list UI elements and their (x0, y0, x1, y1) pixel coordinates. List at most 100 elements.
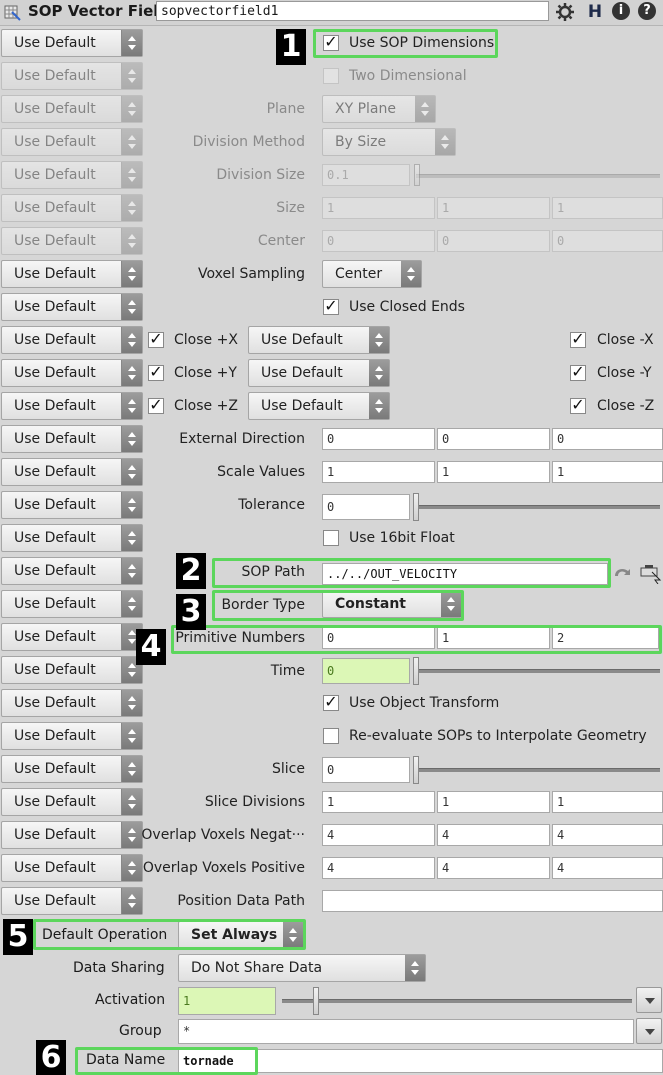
tolerance-slider-thumb[interactable] (413, 493, 419, 521)
center-y-field[interactable]: 0 (437, 230, 550, 252)
use-default-menu[interactable]: Use Default (1, 392, 143, 420)
activation-slider-track[interactable] (282, 999, 632, 1003)
overlap-neg-z-field[interactable]: 4 (552, 824, 663, 846)
overlap-neg-x-field[interactable]: 4 (322, 824, 435, 846)
use-default-menu[interactable]: Use Default (1, 755, 143, 783)
scale-values-z-field[interactable]: 1 (552, 461, 663, 483)
activation-field[interactable]: 1 (178, 987, 276, 1015)
close-pos-y-checkbox[interactable]: ✓ (148, 364, 164, 381)
use-default-menu[interactable]: Use Default (1, 161, 143, 189)
division-method-menu[interactable]: By Size (322, 128, 456, 156)
use-default-menu[interactable]: Use Default (1, 854, 143, 882)
use-default-menu[interactable]: Use Default (1, 887, 143, 915)
data-sharing-label: Data Sharing (73, 960, 165, 976)
close-pos-x-menu[interactable]: Use Default (248, 326, 390, 354)
close-pos-z-checkbox[interactable]: ✓ (148, 397, 164, 414)
center-z-field[interactable]: 0 (552, 230, 663, 252)
use-default-menu[interactable]: Use Default (1, 788, 143, 816)
slice-divisions-x-field[interactable]: 1 (322, 791, 435, 813)
external-direction-x-field[interactable]: 0 (322, 428, 435, 450)
time-slider-track[interactable] (416, 669, 660, 673)
overlap-pos-y-field[interactable]: 4 (437, 857, 550, 879)
use-default-menu[interactable]: Use Default (1, 359, 143, 387)
plane-menu[interactable]: XY Plane (322, 95, 436, 123)
slice-divisions-z-field[interactable]: 1 (552, 791, 663, 813)
scale-values-x-field[interactable]: 1 (322, 461, 435, 483)
group-field[interactable]: * (178, 1019, 634, 1044)
close-pos-x-checkbox[interactable]: ✓ (148, 331, 164, 348)
size-z-field[interactable]: 1 (552, 197, 663, 219)
use-default-menu[interactable]: Use Default (1, 656, 143, 684)
use-default-menu[interactable]: Use Default (1, 722, 143, 750)
division-size-slider-track[interactable] (416, 174, 660, 178)
jump-to-node-icon[interactable] (611, 562, 633, 584)
activation-label: Activation (95, 992, 166, 1008)
external-direction-y-field[interactable]: 0 (437, 428, 550, 450)
time-slider-thumb[interactable] (413, 657, 419, 685)
use-default-menu[interactable]: Use Default (1, 458, 143, 486)
use-default-menu[interactable]: Use Default (1, 95, 143, 123)
external-direction-label: External Direction (179, 431, 305, 447)
slice-slider-thumb[interactable] (413, 756, 419, 784)
group-menu-button[interactable] (636, 1018, 662, 1044)
close-neg-z-checkbox[interactable]: ✓ (570, 397, 586, 414)
node-chooser-icon[interactable] (638, 562, 662, 584)
voxel-sampling-menu[interactable]: Center (322, 260, 422, 288)
division-size-field[interactable]: 0.1 (322, 164, 410, 186)
close-pos-z-menu[interactable]: Use Default (248, 392, 390, 420)
use-default-menu[interactable]: Use Default (1, 62, 143, 90)
use-default-menu[interactable]: Use Default (1, 524, 143, 552)
activation-menu-button[interactable] (636, 987, 662, 1013)
activation-slider-thumb[interactable] (313, 987, 319, 1015)
annotation-number-1: 1 (276, 29, 306, 65)
gear-icon[interactable] (555, 2, 575, 22)
slice-field[interactable]: 0 (322, 757, 410, 783)
close-neg-x-checkbox[interactable]: ✓ (570, 331, 586, 348)
scale-values-y-field[interactable]: 1 (437, 461, 550, 483)
size-y-field[interactable]: 1 (437, 197, 550, 219)
info-icon[interactable]: i (612, 2, 630, 20)
voxel-sampling-label: Voxel Sampling (198, 266, 305, 282)
node-name-field[interactable]: sopvectorfield1 (156, 1, 549, 21)
overlap-pos-z-field[interactable]: 4 (552, 857, 663, 879)
close-pos-y-menu[interactable]: Use Default (248, 359, 390, 387)
use-default-menu[interactable]: Use Default (1, 194, 143, 222)
use-default-menu[interactable]: Use Default (1, 425, 143, 453)
use-default-menu[interactable]: Use Default (1, 326, 143, 354)
center-x-field[interactable]: 0 (322, 230, 435, 252)
use-16bit-float-checkbox[interactable] (323, 530, 339, 546)
use-default-menu[interactable]: Use Default (1, 293, 143, 321)
use-default-menu[interactable]: Use Default (1, 491, 143, 519)
use-default-menu[interactable]: Use Default (1, 260, 143, 288)
highlight-box-1 (313, 29, 498, 58)
use-default-menu[interactable]: Use Default (1, 821, 143, 849)
external-direction-z-field[interactable]: 0 (552, 428, 663, 450)
close-neg-y-checkbox[interactable]: ✓ (570, 364, 586, 381)
use-closed-ends-checkbox[interactable]: ✓ (323, 298, 339, 315)
use-default-menu[interactable]: Use Default (1, 29, 143, 57)
use-default-menu[interactable]: Use Default (1, 590, 143, 618)
use-object-transform-label: Use Object Transform (349, 695, 500, 711)
reevaluate-checkbox[interactable] (323, 728, 339, 744)
slice-divisions-y-field[interactable]: 1 (437, 791, 550, 813)
tolerance-field[interactable]: 0 (322, 494, 410, 520)
tolerance-slider-track[interactable] (416, 505, 660, 509)
use-default-menu[interactable]: Use Default (1, 557, 143, 585)
houdini-help-icon[interactable]: H (585, 2, 605, 22)
data-sharing-menu[interactable]: Do Not Share Data (178, 954, 426, 982)
help-icon[interactable]: ? (638, 2, 656, 20)
use-object-transform-checkbox[interactable]: ✓ (323, 694, 339, 711)
overlap-pos-x-field[interactable]: 4 (322, 857, 435, 879)
parameter-header: SOP Vector Field sopvectorfield1 H i ? (0, 0, 663, 26)
use-default-menu[interactable]: Use Default (1, 623, 143, 651)
use-default-menu[interactable]: Use Default (1, 128, 143, 156)
division-size-slider-thumb[interactable] (414, 164, 420, 186)
position-data-path-field[interactable] (322, 890, 663, 912)
size-x-field[interactable]: 1 (322, 197, 435, 219)
use-default-menu[interactable]: Use Default (1, 689, 143, 717)
overlap-neg-y-field[interactable]: 4 (437, 824, 550, 846)
slice-slider-track[interactable] (416, 768, 660, 772)
time-field[interactable]: 0 (322, 658, 410, 684)
two-dimensional-checkbox[interactable] (323, 68, 339, 84)
use-default-menu[interactable]: Use Default (1, 227, 143, 255)
